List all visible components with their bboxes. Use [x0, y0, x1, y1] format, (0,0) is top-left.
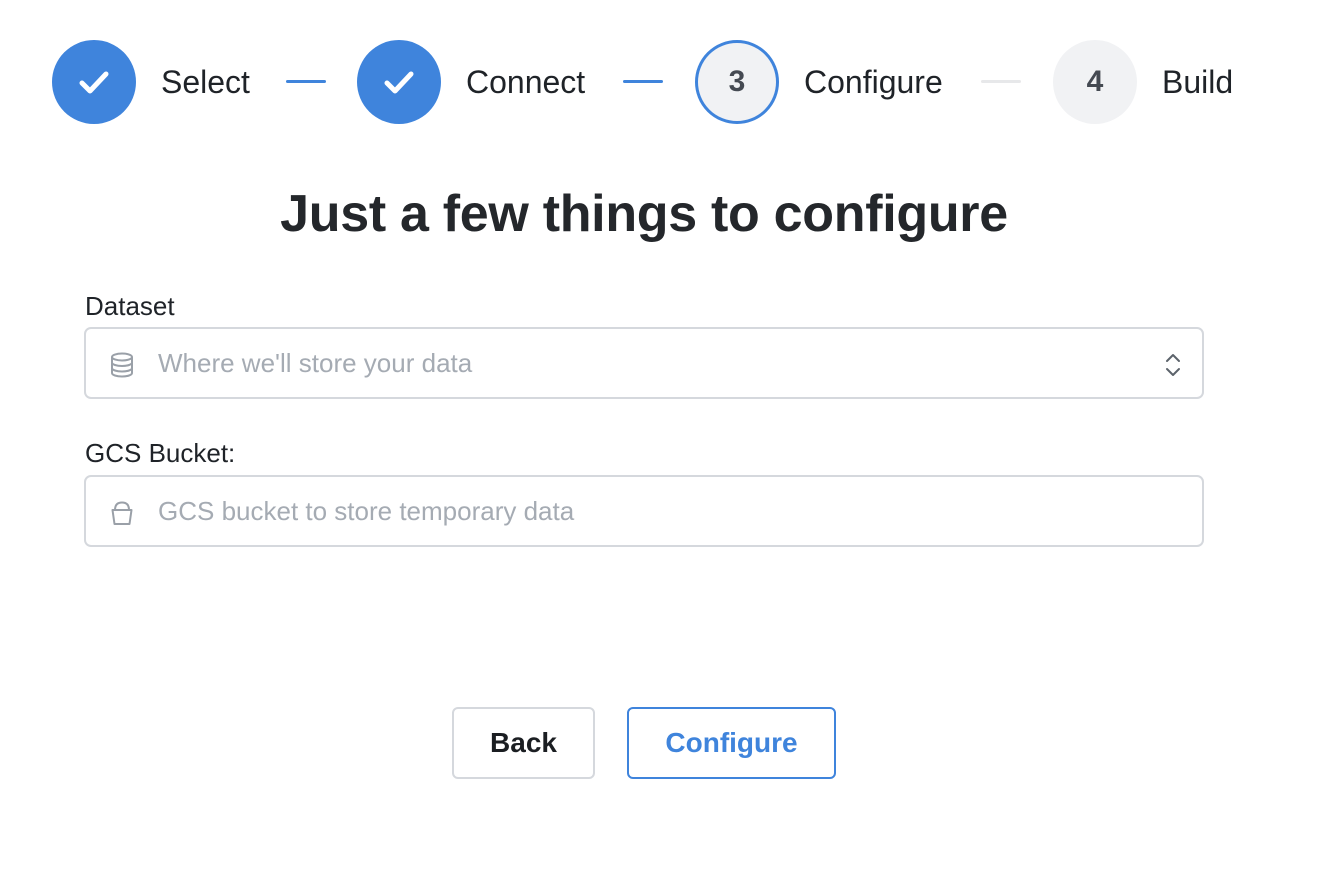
- configure-button[interactable]: Configure: [627, 707, 836, 779]
- step-number: 4: [1086, 65, 1104, 98]
- step-configure-indicator: 3: [695, 40, 779, 124]
- step-connect[interactable]: Connect: [357, 40, 585, 124]
- step-connector: [286, 80, 326, 83]
- step-connector: [981, 80, 1021, 83]
- step-select-label: Select: [161, 63, 250, 100]
- configure-page: Select Connect 3 Configure 4 Build Just …: [0, 0, 1328, 894]
- step-connector: [623, 80, 663, 83]
- step-select[interactable]: Select: [52, 40, 250, 124]
- gcs-bucket-field[interactable]: [84, 475, 1204, 547]
- step-configure-label: Configure: [804, 63, 943, 100]
- page-title: Just a few things to configure: [280, 185, 1008, 243]
- step-build-indicator: 4: [1053, 40, 1137, 124]
- step-build-label: Build: [1162, 63, 1234, 100]
- bucket-icon: [111, 501, 133, 525]
- chevron-up-down-icon[interactable]: [1162, 351, 1184, 379]
- gcs-bucket-input[interactable]: [158, 477, 1142, 545]
- step-connect-label: Connect: [466, 63, 586, 100]
- database-icon: [111, 352, 133, 378]
- check-icon: [384, 71, 414, 94]
- dataset-select[interactable]: [84, 327, 1204, 399]
- step-number: 3: [728, 65, 746, 98]
- step-select-indicator: [52, 40, 136, 124]
- back-button[interactable]: Back: [452, 707, 595, 779]
- step-configure: 3 Configure: [695, 40, 943, 124]
- step-build: 4 Build: [1053, 40, 1233, 124]
- dataset-label: Dataset: [85, 291, 175, 321]
- dataset-input[interactable]: [158, 329, 1142, 397]
- check-icon: [79, 71, 109, 94]
- step-connect-indicator: [357, 40, 441, 124]
- gcs-bucket-label: GCS Bucket:: [85, 438, 236, 468]
